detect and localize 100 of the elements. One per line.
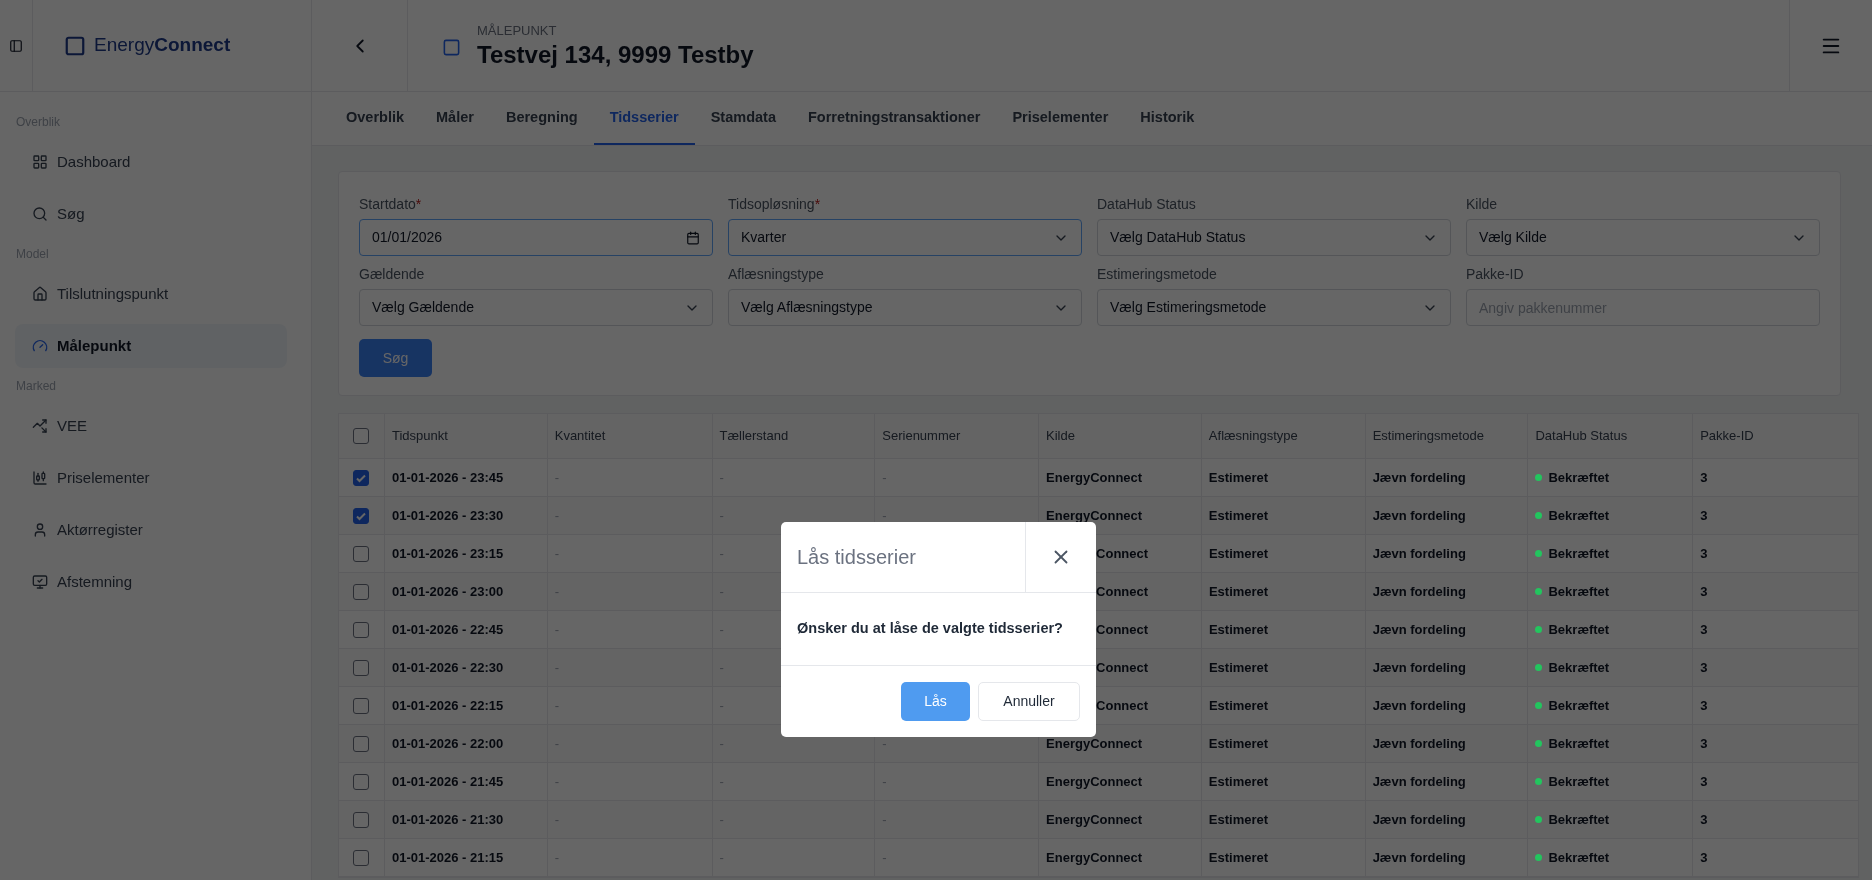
column-header: DataHub Status [1535, 427, 1628, 446]
checkbox[interactable] [353, 545, 370, 562]
table-cell-text: - [719, 544, 724, 563]
table-cell-text: Estimeret [1208, 696, 1269, 715]
table-cell-text: - [719, 696, 724, 715]
tab[interactable]: Måler [420, 92, 490, 145]
table-cell-text: - [882, 772, 887, 791]
house-icon [32, 286, 48, 302]
select-field[interactable]: Vælg Kilde [1466, 219, 1820, 256]
table-cell-text: Estimeret [1208, 734, 1269, 753]
checkbox[interactable] [353, 697, 370, 714]
table-cell-text: Connect [1096, 582, 1149, 601]
table-cell-text: - [719, 658, 724, 677]
table-cell-text: Estimeret [1208, 506, 1269, 525]
logo-icon [64, 34, 86, 57]
table-cell-text: 01-01-2026 - 22:15 [391, 696, 504, 715]
table-cell-text: Jævn fordeling [1372, 810, 1466, 829]
table-cell-text: 01-01-2026 - 21:30 [391, 810, 504, 829]
select-field[interactable]: Vælg Estimeringsmetode [1097, 289, 1451, 326]
status-text: Bekræftet [1548, 848, 1610, 867]
table-cell-text: Estimeret [1208, 658, 1269, 677]
sidebar-item[interactable]: Afstemning [15, 560, 287, 604]
column-header: Estimeringsmetode [1372, 427, 1484, 446]
field-label: DataHub Status [1097, 195, 1197, 214]
select-field[interactable]: Vælg Gældende [359, 289, 713, 326]
table-cell-text: Jævn fordeling [1372, 506, 1466, 525]
tab[interactable]: Priselementer [996, 92, 1125, 145]
table-cell-text: Jævn fordeling [1372, 658, 1466, 677]
table-cell-text: Estimeret [1208, 468, 1269, 487]
sidebar-toggle-icon[interactable] [9, 38, 23, 53]
tab[interactable]: Overblik [330, 92, 421, 145]
grid-icon [32, 154, 48, 170]
tab[interactable]: Historik [1124, 92, 1211, 145]
select-field[interactable]: Kvarter [728, 219, 1082, 256]
table-cell-text: - [882, 734, 887, 753]
checkbox[interactable] [353, 428, 370, 444]
dialog-title: Lås tidsserier [796, 545, 917, 570]
table-cell-text: 01-01-2026 - 22:45 [391, 620, 504, 639]
checkbox[interactable] [353, 659, 370, 676]
sidebar-item[interactable]: Søg [15, 192, 287, 236]
sidebar-item[interactable]: Dashboard [15, 140, 287, 184]
checkbox[interactable] [353, 469, 370, 486]
checkbox[interactable] [353, 773, 370, 790]
table-cell-text: 01-01-2026 - 22:30 [391, 658, 504, 677]
field-label: Aflæsningstype [728, 265, 825, 284]
tab[interactable]: Stamdata [694, 92, 792, 145]
date-field[interactable]: 01/01/2026 [359, 219, 713, 256]
status-text: Bekræftet [1548, 772, 1610, 791]
dialog-message: Ønsker du at låse de valgte tidsserier? [797, 619, 1063, 639]
table-cell-text: - [719, 848, 724, 867]
table-cell-text: Connect [1096, 544, 1149, 563]
sidebar-item[interactable]: Aktørregister [15, 508, 287, 552]
checkbox[interactable] [353, 811, 370, 828]
checkbox[interactable] [353, 621, 370, 638]
table-cell-text: Estimeret [1208, 810, 1269, 829]
gauge-icon [32, 338, 48, 354]
table-cell-text: - [719, 620, 724, 639]
checkbox[interactable] [353, 735, 370, 752]
table-cell-text: 3 [1700, 582, 1708, 601]
checkbox[interactable] [353, 849, 370, 866]
trend-icon [32, 418, 48, 434]
tab[interactable]: Forretningstransaktioner [791, 92, 997, 145]
page-icon [442, 38, 461, 57]
search-button[interactable]: Søg [359, 339, 432, 377]
table-cell-text: - [719, 582, 724, 601]
field-label: Pakke-ID [1466, 265, 1525, 284]
status-text: Bekræftet [1548, 544, 1610, 563]
table-cell-text: 01-01-2026 - 23:30 [391, 506, 504, 525]
table-cell-text: 01-01-2026 - 21:45 [391, 772, 504, 791]
column-header: Tidspunkt [391, 427, 448, 446]
sidebar-item[interactable]: Målepunkt [15, 324, 287, 368]
table-cell-text: 01-01-2026 - 21:15 [391, 848, 504, 867]
sidebar-item[interactable]: VEE [15, 404, 287, 448]
logo-text: EnergyConnect [94, 33, 231, 58]
column-header: Aflæsningstype [1208, 427, 1298, 446]
select-field[interactable]: Vælg Aflæsningstype [728, 289, 1082, 326]
confirm-button[interactable]: Lås [901, 682, 970, 721]
checkbox[interactable] [353, 507, 370, 524]
sidebar-item[interactable]: Priselementer [15, 456, 287, 500]
table-cell-text: - [882, 506, 887, 525]
table-cell-text: - [554, 848, 560, 867]
select-field[interactable]: Vælg DataHub Status [1097, 219, 1451, 256]
table-cell-text: 3 [1700, 848, 1708, 867]
table-cell-text: 01-01-2026 - 22:00 [391, 734, 504, 753]
cancel-button[interactable]: Annuller [978, 682, 1080, 721]
table-cell-text: - [719, 506, 724, 525]
sidebar-item[interactable]: Tilslutningspunkt [15, 272, 287, 316]
tab[interactable]: Tidsserier [593, 92, 695, 145]
tab[interactable]: Beregning [489, 92, 594, 145]
table-cell-text: Jævn fordeling [1372, 468, 1466, 487]
table-cell-text: - [554, 582, 560, 601]
table-cell-text: 3 [1700, 658, 1708, 677]
table-cell-text: 3 [1700, 506, 1708, 525]
table-cell-text: - [719, 772, 724, 791]
table-cell-text: - [719, 734, 724, 753]
table-cell-text: 3 [1700, 810, 1708, 829]
checkbox[interactable] [353, 583, 370, 600]
column-header: Kilde [1046, 427, 1075, 446]
status-text: Bekræftet [1548, 658, 1610, 677]
table-cell-text: - [554, 772, 560, 791]
